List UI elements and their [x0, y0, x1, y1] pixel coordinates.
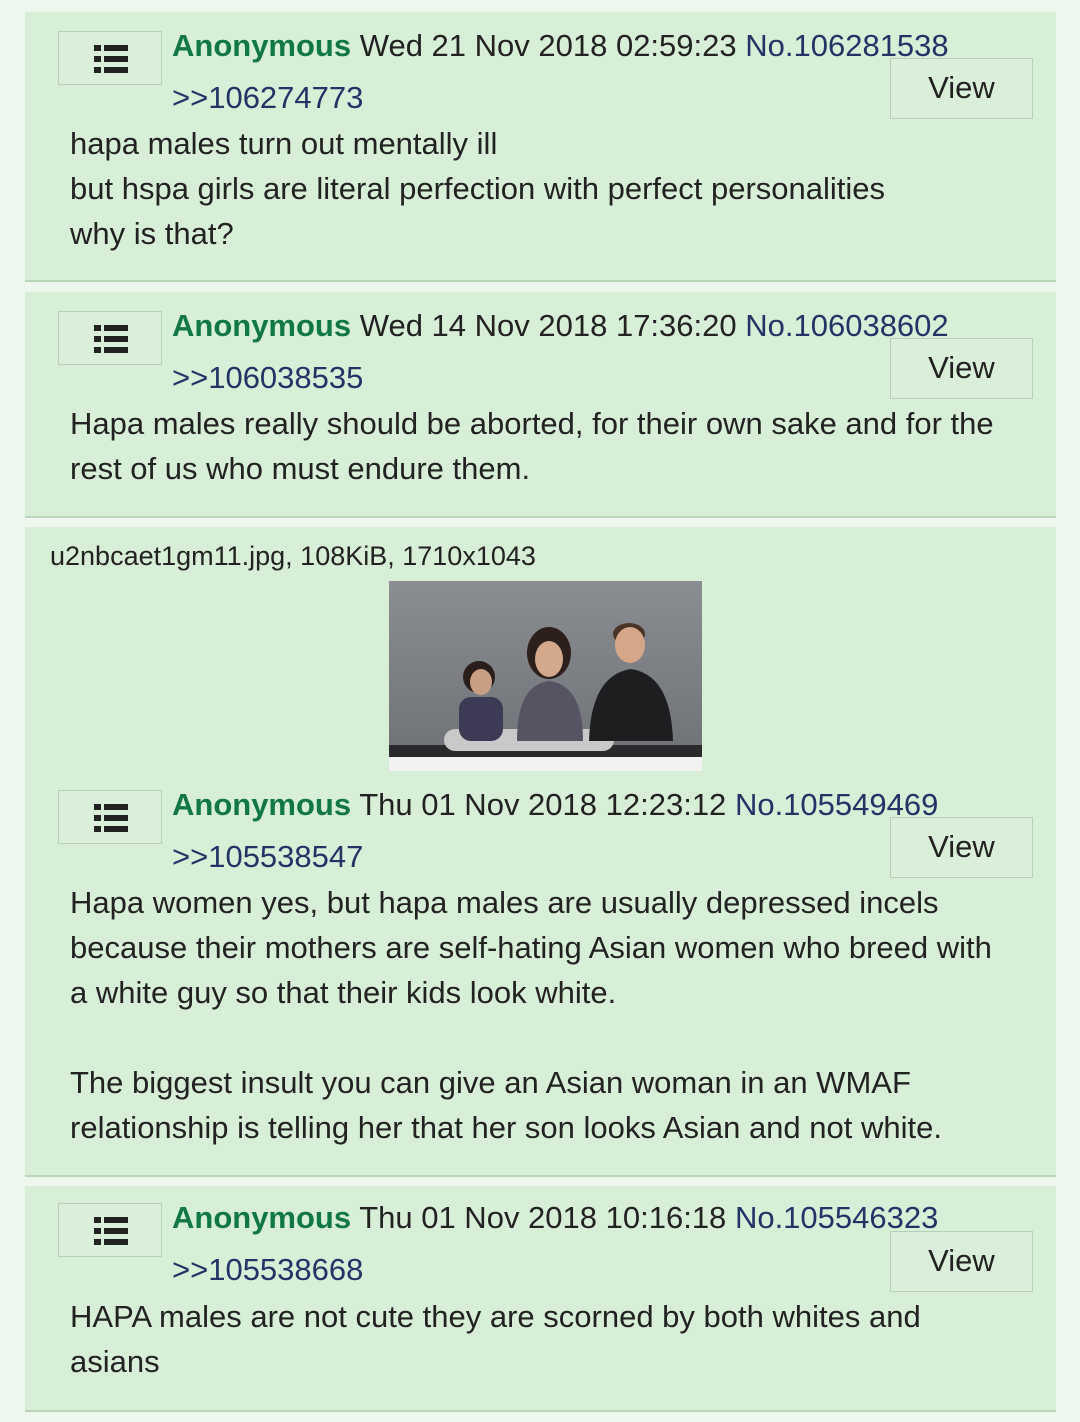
post-text-line: hapa males turn out mentally ill: [70, 126, 498, 161]
list-icon: [94, 804, 128, 832]
quote-link[interactable]: >>106274773: [172, 80, 363, 116]
post-text-line: a white guy so that their kids look whit…: [70, 975, 617, 1010]
post-menu-button[interactable]: [58, 790, 162, 844]
post-thumbnail[interactable]: [389, 581, 702, 771]
post-body: HAPA males are not cute they are scorned…: [70, 1294, 1046, 1384]
file-info: u2nbcaet1gm11.jpg, 108KiB, 1710x1043: [50, 541, 536, 571]
post-menu-button[interactable]: [58, 31, 162, 85]
list-icon: [94, 1217, 128, 1245]
poster-name: Anonymous: [172, 308, 352, 343]
post-text-line: rest of us who must endure them.: [70, 451, 531, 486]
quote-link[interactable]: >>105538668: [172, 1252, 363, 1288]
post-text-line: Hapa women yes, but hapa males are usual…: [70, 885, 939, 920]
view-button[interactable]: View: [890, 1231, 1033, 1292]
view-button[interactable]: View: [890, 817, 1033, 878]
post-text-line: Hapa males really should be aborted, for…: [70, 406, 994, 441]
post: Anonymous Wed 14 Nov 2018 17:36:20 No.10…: [25, 292, 1056, 518]
list-icon: [94, 325, 128, 353]
post-header: Anonymous Thu 01 Nov 2018 10:16:18 No.10…: [172, 1200, 938, 1236]
post-text-line: relationship is telling her that her son…: [70, 1110, 942, 1145]
post-date: Wed 14 Nov 2018 17:36:20: [359, 308, 737, 343]
post-date: Thu 01 Nov 2018 10:16:18: [359, 1200, 727, 1235]
post-body: hapa males turn out mentally ill but hsp…: [70, 121, 1046, 256]
post-menu-button[interactable]: [58, 311, 162, 365]
post-date: Thu 01 Nov 2018 12:23:12: [359, 787, 727, 822]
post-text-line: asians: [70, 1344, 160, 1379]
post-text-line: why is that?: [70, 216, 234, 251]
post: Anonymous Thu 01 Nov 2018 10:16:18 No.10…: [25, 1186, 1056, 1412]
family-photo-image: [389, 581, 702, 771]
post-text-line: HAPA males are not cute they are scorned…: [70, 1299, 921, 1334]
post-text-line: because their mothers are self-hating As…: [70, 930, 992, 965]
post-number-link[interactable]: No.105546323: [735, 1200, 938, 1235]
quote-link[interactable]: >>105538547: [172, 839, 363, 875]
poster-name: Anonymous: [172, 787, 352, 822]
post-body: Hapa women yes, but hapa males are usual…: [70, 880, 1046, 1150]
poster-name: Anonymous: [172, 28, 352, 63]
post-body: Hapa males really should be aborted, for…: [70, 401, 1046, 491]
post-text-line: but hspa girls are literal perfection wi…: [70, 171, 886, 206]
poster-name: Anonymous: [172, 1200, 352, 1235]
post-date: Wed 21 Nov 2018 02:59:23: [359, 28, 737, 63]
post: u2nbcaet1gm11.jpg, 108KiB, 1710x1043 Ano…: [25, 527, 1056, 1177]
post-header: Anonymous Wed 14 Nov 2018 17:36:20 No.10…: [172, 308, 949, 344]
view-button[interactable]: View: [890, 58, 1033, 119]
list-icon: [94, 45, 128, 73]
post-header: Anonymous Wed 21 Nov 2018 02:59:23 No.10…: [172, 28, 949, 64]
view-button[interactable]: View: [890, 338, 1033, 399]
post-menu-button[interactable]: [58, 1203, 162, 1257]
post: Anonymous Wed 21 Nov 2018 02:59:23 No.10…: [25, 12, 1056, 282]
quote-link[interactable]: >>106038535: [172, 360, 363, 396]
post-header: Anonymous Thu 01 Nov 2018 12:23:12 No.10…: [172, 787, 938, 823]
post-text-line: The biggest insult you can give an Asian…: [70, 1065, 911, 1100]
